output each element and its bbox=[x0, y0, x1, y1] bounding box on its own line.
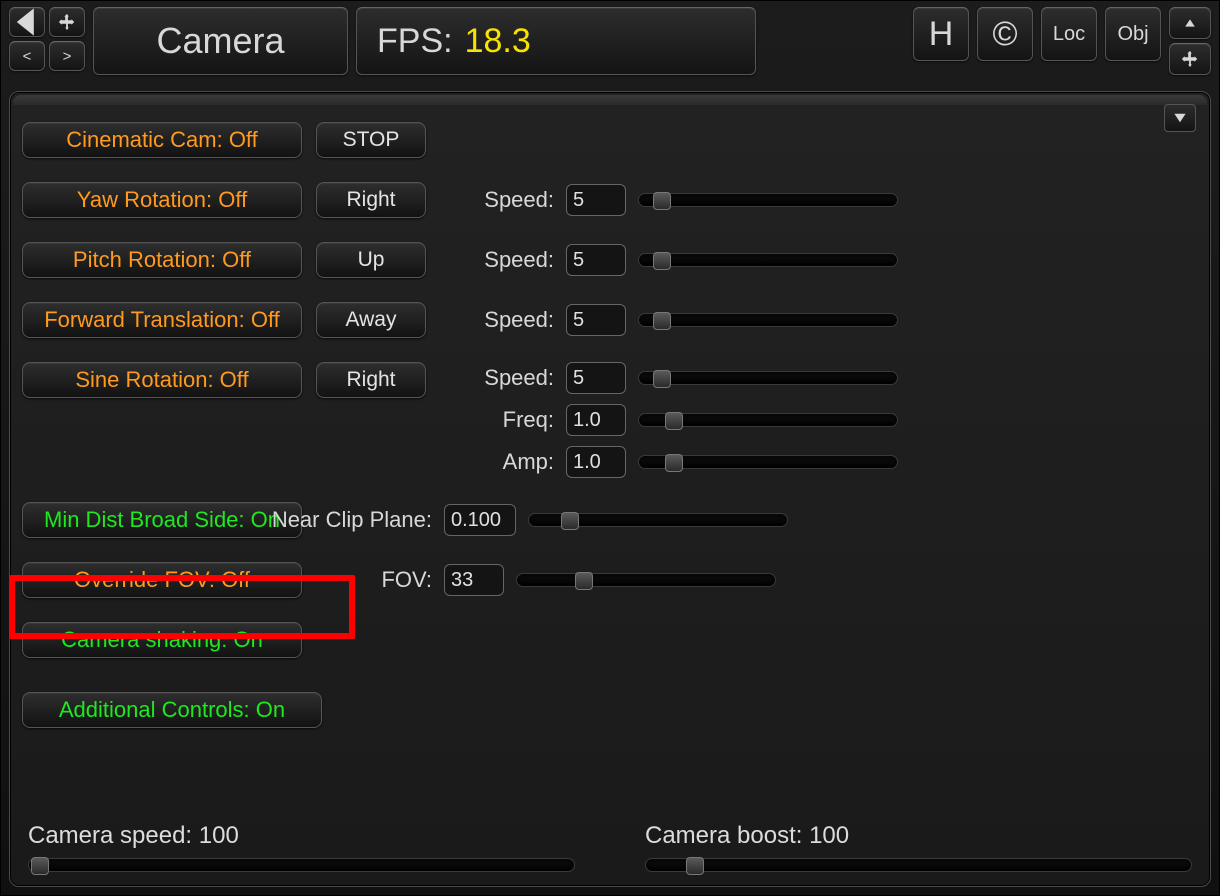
yaw-direction-button[interactable]: Right bbox=[316, 182, 426, 218]
yaw-speed-param: Speed: bbox=[470, 184, 898, 216]
pitch-rotation-toggle[interactable]: Pitch Rotation: Off bbox=[22, 242, 302, 278]
cinematic-cam-toggle[interactable]: Cinematic Cam: Off bbox=[22, 122, 302, 158]
camera-speed-slider[interactable] bbox=[28, 858, 575, 872]
camera-speed-label: Camera speed: 100 bbox=[28, 822, 575, 850]
fps-value: 18.3 bbox=[465, 22, 531, 61]
panel-header-strip bbox=[13, 95, 1207, 105]
min-dist-toggle[interactable]: Min Dist Broad Side: On bbox=[22, 502, 302, 538]
obj-button[interactable]: Obj bbox=[1105, 7, 1161, 61]
forward-translation-toggle[interactable]: Forward Translation: Off bbox=[22, 302, 302, 338]
forward-speed-label: Speed: bbox=[470, 307, 554, 333]
row-shaking: Camera shaking: On bbox=[22, 622, 1198, 658]
sine-rotation-toggle[interactable]: Sine Rotation: Off bbox=[22, 362, 302, 398]
pitch-speed-input[interactable] bbox=[566, 244, 626, 276]
sine-freq-input[interactable] bbox=[566, 404, 626, 436]
top-bar: < > Camera FPS: 18.3 H © Loc Obj bbox=[1, 1, 1219, 83]
yaw-speed-input[interactable] bbox=[566, 184, 626, 216]
row-additional: Additional Controls: On bbox=[22, 692, 1198, 728]
pitch-speed-label: Speed: bbox=[470, 247, 554, 273]
fov-label: FOV: bbox=[262, 567, 432, 593]
sine-direction-button[interactable]: Right bbox=[316, 362, 426, 398]
loc-button[interactable]: Loc bbox=[1041, 7, 1097, 61]
sine-freq-label: Freq: bbox=[470, 407, 554, 433]
nav-arrow-group: < > bbox=[9, 7, 85, 75]
pitch-direction-button[interactable]: Up bbox=[316, 242, 426, 278]
camera-boost-label: Camera boost: 100 bbox=[645, 822, 1192, 850]
row-yaw: Yaw Rotation: Off Right Speed: bbox=[22, 182, 1198, 218]
back-arrow-button[interactable] bbox=[9, 7, 45, 37]
pitch-speed-param: Speed: bbox=[470, 244, 898, 276]
sine-speed-input[interactable] bbox=[566, 362, 626, 394]
bottom-sliders: Camera speed: 100 Camera boost: 100 bbox=[28, 822, 1192, 872]
panel-collapse-icon[interactable] bbox=[1164, 104, 1196, 132]
move-icon-button[interactable] bbox=[49, 7, 85, 37]
h-button[interactable]: H bbox=[913, 7, 969, 61]
prev-button[interactable]: < bbox=[9, 41, 45, 71]
panel-title: Camera bbox=[93, 7, 348, 75]
forward-speed-param: Speed: bbox=[470, 304, 898, 336]
yaw-speed-label: Speed: bbox=[470, 187, 554, 213]
row-forward: Forward Translation: Off Away Speed: bbox=[22, 302, 1198, 338]
row-sine: Sine Rotation: Off Right Speed: Freq: Am bbox=[22, 362, 1198, 478]
fov-input[interactable] bbox=[444, 564, 504, 596]
c-button[interactable]: © bbox=[977, 7, 1033, 61]
override-fov-toggle[interactable]: Override FOV: Off bbox=[22, 562, 302, 598]
fps-label: FPS: bbox=[377, 22, 453, 61]
row-fov: Override FOV: Off FOV: bbox=[22, 562, 1198, 598]
camera-speed-group: Camera speed: 100 bbox=[28, 822, 575, 872]
yaw-speed-slider[interactable] bbox=[638, 193, 898, 207]
next-button[interactable]: > bbox=[49, 41, 85, 71]
sine-speed-label: Speed: bbox=[470, 365, 554, 391]
cinematic-stop-button[interactable]: STOP bbox=[316, 122, 426, 158]
row-cinematic: Cinematic Cam: Off STOP bbox=[22, 122, 1198, 158]
near-clip-slider[interactable] bbox=[528, 513, 788, 527]
forward-speed-input[interactable] bbox=[566, 304, 626, 336]
sine-speed-slider[interactable] bbox=[638, 371, 898, 385]
fov-slider[interactable] bbox=[516, 573, 776, 587]
pitch-speed-slider[interactable] bbox=[638, 253, 898, 267]
row-pitch: Pitch Rotation: Off Up Speed: bbox=[22, 242, 1198, 278]
sine-sub-params: Speed: Freq: Amp: bbox=[440, 362, 898, 478]
move-icon-button-2[interactable] bbox=[1169, 43, 1211, 75]
collapse-up-icon[interactable] bbox=[1169, 7, 1211, 39]
additional-controls-toggle[interactable]: Additional Controls: On bbox=[22, 692, 322, 728]
top-right-stack bbox=[1169, 7, 1211, 75]
forward-direction-button[interactable]: Away bbox=[316, 302, 426, 338]
sine-freq-slider[interactable] bbox=[638, 413, 898, 427]
camera-boost-slider[interactable] bbox=[645, 858, 1192, 872]
fps-display: FPS: 18.3 bbox=[356, 7, 756, 75]
camera-panel: Cinematic Cam: Off STOP Yaw Rotation: Of… bbox=[9, 91, 1211, 887]
yaw-rotation-toggle[interactable]: Yaw Rotation: Off bbox=[22, 182, 302, 218]
camera-shaking-toggle[interactable]: Camera shaking: On bbox=[22, 622, 302, 658]
row-mindist: Min Dist Broad Side: On Near Clip Plane: bbox=[22, 502, 1198, 538]
forward-speed-slider[interactable] bbox=[638, 313, 898, 327]
sine-amp-slider[interactable] bbox=[638, 455, 898, 469]
near-clip-label: Near Clip Plane: bbox=[262, 507, 432, 533]
near-clip-input[interactable] bbox=[444, 504, 516, 536]
sine-amp-label: Amp: bbox=[470, 449, 554, 475]
camera-boost-group: Camera boost: 100 bbox=[645, 822, 1192, 872]
sine-amp-input[interactable] bbox=[566, 446, 626, 478]
